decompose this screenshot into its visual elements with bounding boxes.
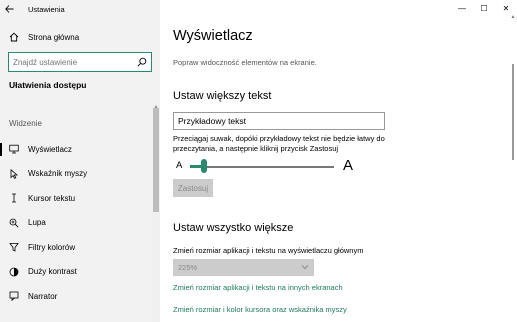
narrator-icon	[9, 291, 19, 302]
scale-heading: Ustaw wszystko większe	[173, 222, 294, 234]
sidebar-item-label: Narrator	[28, 291, 58, 301]
main-scrollbar[interactable]: ▲	[509, 14, 517, 322]
search-box[interactable]	[8, 52, 152, 72]
search-icon[interactable]	[137, 57, 147, 67]
sidebar-item-label: Duży kontrast	[28, 267, 77, 277]
sidebar-scrollbar[interactable]: ▲	[152, 104, 160, 322]
page-title: Wyświetlacz	[173, 28, 253, 44]
text-size-slider[interactable]: A A	[173, 157, 353, 175]
sidebar-nav: Wyświetlacz Wskaźnik myszy Kursor tekstu…	[0, 137, 152, 309]
sidebar-item-magnifier[interactable]: Lupa	[0, 211, 152, 236]
maximize-button[interactable]: ☐	[473, 0, 495, 16]
link-cursor-settings[interactable]: Zmień rozmiar i kolor kursora oraz wskaź…	[173, 305, 347, 314]
chevron-down-icon	[301, 265, 309, 270]
sidebar-item-label: Kursor tekstu	[28, 193, 76, 203]
text-size-heading: Ustaw większy tekst	[173, 90, 272, 102]
display-icon	[9, 144, 19, 154]
slider-track[interactable]	[190, 166, 334, 168]
home-label: Strona główna	[28, 32, 80, 42]
sidebar-item-label: Lupa	[28, 218, 46, 228]
sidebar-item-label: Wyświetlacz	[28, 144, 72, 154]
slider-description: Przeciągaj suwak, dopóki przykładowy tek…	[173, 134, 385, 153]
slider-max-label: A	[343, 157, 354, 174]
scale-label: Zmień rozmiar aplikacji i tekstu na wyśw…	[173, 246, 364, 255]
apply-button[interactable]: Zastosuj	[173, 179, 213, 197]
sidebar: Ustawienia Strona główna Ułatwienia dost…	[0, 0, 160, 322]
magnifier-icon	[9, 218, 19, 228]
back-arrow-icon[interactable]	[0, 0, 18, 18]
scroll-up-icon[interactable]: ▲	[509, 14, 517, 20]
sidebar-item-color-filters[interactable]: Filtry kolorów	[0, 235, 152, 260]
slider-thumb[interactable]	[201, 159, 208, 173]
sidebar-item-label: Wskaźnik myszy	[28, 169, 88, 179]
home-link[interactable]: Strona główna	[9, 32, 79, 42]
main-scroll-thumb[interactable]	[512, 64, 514, 160]
sidebar-scroll-thumb[interactable]	[153, 108, 159, 212]
scale-dropdown[interactable]: 225%	[173, 259, 314, 276]
app-title: Ustawienia	[28, 4, 65, 14]
title-bar: Ustawienia	[0, 0, 160, 18]
color-filter-icon	[9, 242, 19, 252]
page-subtitle: Popraw widoczność elementów na ekranie.	[173, 58, 317, 67]
minimize-button[interactable]: —	[451, 0, 473, 16]
text-cursor-icon	[9, 193, 19, 203]
sidebar-item-high-contrast[interactable]: Duży kontrast	[0, 260, 152, 285]
section-title: Ułatwienia dostępu	[9, 80, 87, 90]
window-controls: — ☐ ✕	[451, 0, 517, 16]
group-label: Widzenie	[9, 119, 42, 128]
high-contrast-icon	[9, 267, 19, 277]
slider-min-label: A	[176, 160, 183, 171]
sidebar-item-text-cursor[interactable]: Kursor tekstu	[0, 186, 152, 211]
sidebar-item-narrator[interactable]: Narrator	[0, 284, 152, 309]
settings-window: Ustawienia Strona główna Ułatwienia dost…	[0, 0, 517, 322]
sidebar-item-mouse-pointer[interactable]: Wskaźnik myszy	[0, 162, 152, 187]
search-input[interactable]	[13, 57, 137, 67]
scale-value: 225%	[178, 263, 198, 272]
sidebar-item-label: Filtry kolorów	[28, 242, 76, 252]
mouse-pointer-icon	[9, 168, 19, 179]
main-content: — ☐ ✕ Wyświetlacz Popraw widoczność elem…	[160, 0, 517, 322]
sidebar-item-display[interactable]: Wyświetlacz	[0, 137, 152, 162]
sample-text-box: Przykładowy tekst	[173, 112, 385, 130]
home-icon	[9, 32, 19, 42]
link-other-screens[interactable]: Zmień rozmiar aplikacji i tekstu na inny…	[173, 283, 343, 292]
